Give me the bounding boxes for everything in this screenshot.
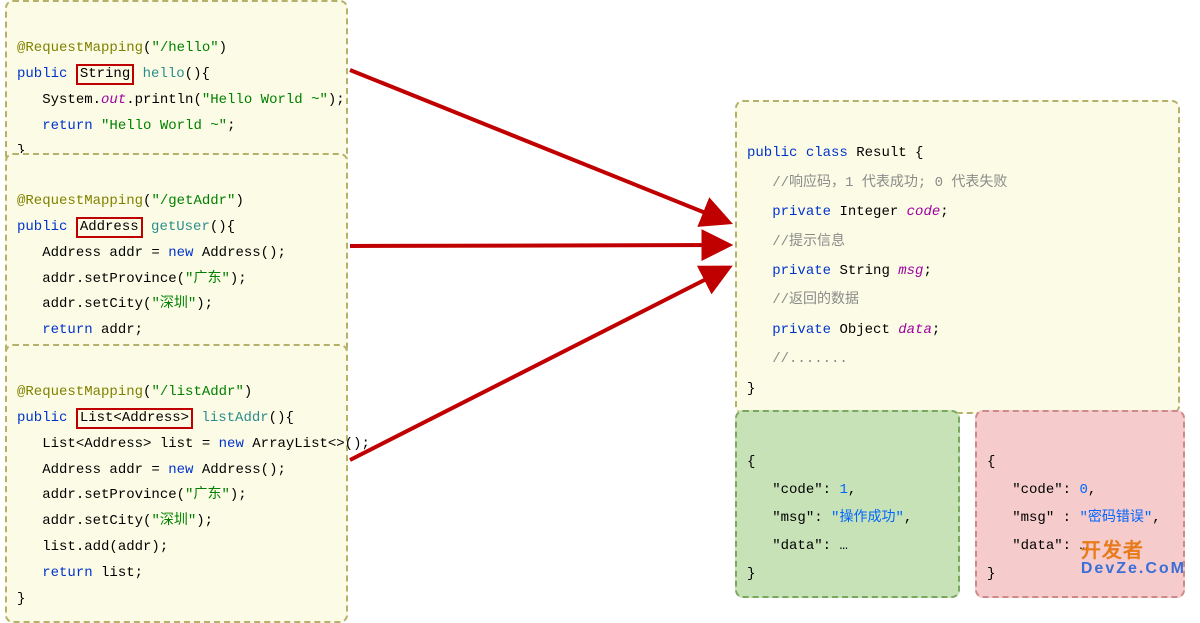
arrow-line: [350, 70, 728, 222]
return-type-highlight: List<Address>: [76, 408, 193, 429]
code-box-listaddr: @RequestMapping("/listAddr") public List…: [5, 344, 348, 623]
code-box-hello: @RequestMapping("/hello") public String …: [5, 0, 348, 175]
watermark: 开发者 DevZe.CoM: [1081, 541, 1186, 577]
annotation: @RequestMapping: [17, 40, 143, 56]
arrow-line: [350, 245, 728, 246]
json-success: { "code": 1, "msg": "操作成功", "data": … }: [735, 410, 960, 598]
return-type-highlight: Address: [76, 217, 143, 238]
arrow-line: [350, 268, 728, 460]
code-box-result: public class Result { //响应码，1 代表成功; 0 代表…: [735, 100, 1180, 414]
return-type-highlight: String: [76, 64, 134, 85]
